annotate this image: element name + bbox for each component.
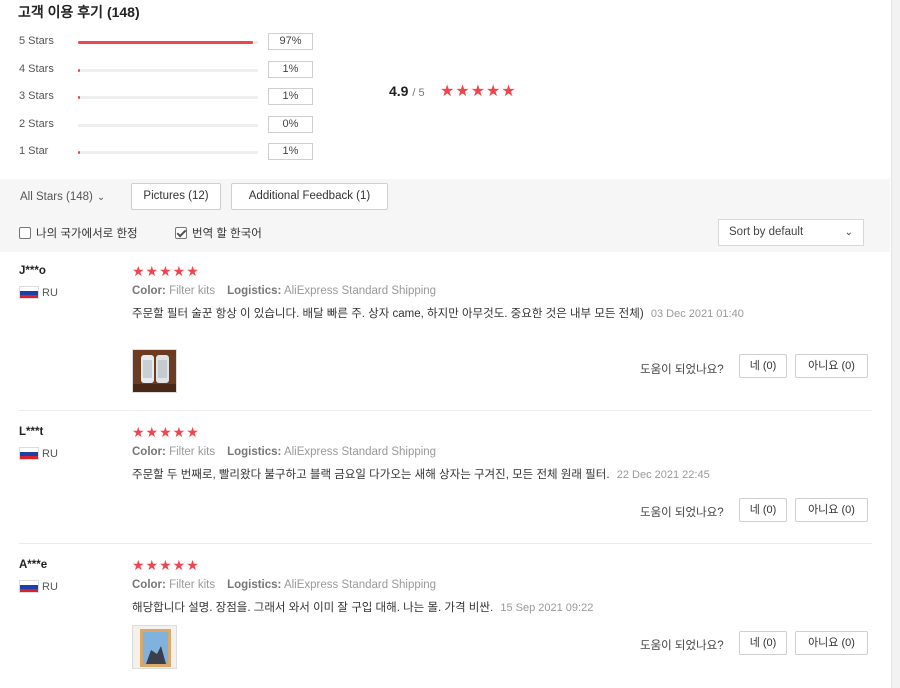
logistics-label: Logistics: [227,285,282,297]
review-date: 22 Dec 2021 22:45 [616,469,710,481]
rating-percent: 1% [268,143,313,160]
rating-bar-track [78,151,258,154]
my-country-checkbox[interactable] [19,227,31,239]
review-body: 주문할 필터 술꾼 항상 이 있습니다. 배달 빠른 주. 상자 came, 하… [132,308,644,320]
helpful-yes-button[interactable]: 네 (0) [739,631,787,655]
translate-label[interactable]: 번역 할 한국어 [192,225,262,241]
average-rating-value: 4.9 [389,83,409,99]
russia-flag-icon [19,580,39,593]
helpful-yes-button[interactable]: 네 (0) [739,354,787,378]
filter-bar: All Stars (148) ⌄ Pictures (12) Additiona… [0,179,890,214]
logistics-label: Logistics: [227,446,282,458]
rating-percent: 1% [268,88,313,105]
review-stars-icon: ★★★★★ [132,263,200,279]
review-text: 해당합니다 설명. 장점을. 그래서 와서 이미 잘 구입 대해. 나는 몰. … [132,600,772,616]
review-body: 해당합니다 설명. 장점을. 그래서 와서 이미 잘 구입 대해. 나는 몰. … [132,602,494,614]
chevron-down-icon: ⌄ [844,227,853,238]
review-stars-icon: ★★★★★ [132,557,200,573]
helpful-yes-button[interactable]: 네 (0) [739,498,787,522]
reviewer-name: J***o [19,265,46,277]
rating-bar-fill [78,41,253,44]
rating-bar-track [78,96,258,99]
color-value: Filter kits [169,446,216,458]
rating-row-2[interactable]: 2 Stars 0% [19,116,319,134]
average-stars-icon: ★★★★★ [440,83,517,100]
review-text: 주문할 필터 술꾼 항상 이 있습니다. 배달 빠른 주. 상자 came, 하… [132,306,772,322]
options-bar: 나의 국가에서로 한정 번역 할 한국어 Sort by default ⌄ [0,214,890,252]
all-stars-label: All Stars (148) [20,191,93,203]
reviewer-country: RU [42,287,58,299]
rating-row-4[interactable]: 4 Stars 1% [19,61,319,79]
color-value: Filter kits [169,285,216,297]
all-stars-dropdown[interactable]: All Stars (148) ⌄ [20,191,105,203]
review-stars-icon: ★★★★★ [132,424,200,440]
rating-bar-track [78,69,258,72]
sort-dropdown[interactable]: Sort by default ⌄ [718,219,864,246]
rating-percent: 97% [268,33,313,50]
rating-label: 4 Stars [19,63,54,75]
reviewer-name: A***e [19,559,48,571]
rating-label: 2 Stars [19,118,54,130]
reviews-title: 고객 이용 후기 (148) [18,4,140,20]
russia-flag-icon [19,447,39,460]
helpful-no-button[interactable]: 아니요 (0) [795,354,868,378]
review-text: 주문할 두 번째로, 빨리왔다 불구하고 블랙 금요일 다가오는 새해 상자는 … [132,467,832,483]
review-date: 15 Sep 2021 09:22 [500,602,594,614]
helpful-no-button[interactable]: 아니요 (0) [795,631,868,655]
review-photo-image [133,626,176,668]
average-rating: 4.9 / 5 [389,83,425,99]
logistics-label: Logistics: [227,579,282,591]
review-meta: Color: Filter kits Logistics: AliExpress … [132,579,436,591]
rating-label: 3 Stars [19,90,54,102]
rating-row-1[interactable]: 1 Star 1% [19,143,319,161]
average-rating-max: / 5 [412,87,425,99]
review-photo-image [133,350,176,392]
color-label: Color: [132,579,166,591]
color-value: Filter kits [169,579,216,591]
review-divider [19,410,872,411]
page-scrollbar[interactable] [891,0,900,688]
rating-label: 1 Star [19,145,49,157]
color-label: Color: [132,446,166,458]
logistics-value: AliExpress Standard Shipping [283,446,437,458]
review-photo-thumbnail[interactable] [132,625,177,669]
review-date: 03 Dec 2021 01:40 [650,308,744,320]
review-body: 주문할 두 번째로, 빨리왔다 불구하고 블랙 금요일 다가오는 새해 상자는 … [132,469,610,481]
sort-label: Sort by default [729,226,804,238]
rating-bar-track [78,124,258,127]
rating-bar-fill [78,151,80,154]
reviews-panel: 고객 이용 후기 (148) 5 Stars 97% 4 Stars 1% 3 … [0,0,890,688]
logistics-value: AliExpress Standard Shipping [283,285,437,297]
rating-percent: 1% [268,61,313,78]
logistics-value: AliExpress Standard Shipping [283,579,437,591]
reviewer-country: RU [42,448,58,460]
reviewer-country: RU [42,581,58,593]
review-meta: Color: Filter kits Logistics: AliExpress … [132,285,436,297]
rating-bar-fill [78,96,80,99]
color-label: Color: [132,285,166,297]
additional-feedback-button[interactable]: Additional Feedback (1) [231,183,388,210]
chevron-down-icon: ⌄ [96,192,106,203]
review-photo-thumbnail[interactable] [132,349,177,393]
rating-percent: 0% [268,116,313,133]
rating-row-5[interactable]: 5 Stars 97% [19,33,319,51]
helpful-question: 도움이 되었나요? [640,640,724,652]
rating-bar-fill [78,69,80,72]
rating-label: 5 Stars [19,35,54,47]
rating-row-3[interactable]: 3 Stars 1% [19,88,319,106]
russia-flag-icon [19,286,39,299]
my-country-label[interactable]: 나의 국가에서로 한정 [36,225,138,241]
review-divider [19,543,872,544]
reviewer-name: L***t [19,426,44,438]
helpful-question: 도움이 되었나요? [640,364,724,376]
helpful-no-button[interactable]: 아니요 (0) [795,498,868,522]
translate-checkbox[interactable] [175,227,187,239]
rating-bar-track [78,41,258,44]
review-meta: Color: Filter kits Logistics: AliExpress … [132,446,436,458]
helpful-question: 도움이 되었나요? [640,507,724,519]
pictures-filter-button[interactable]: Pictures (12) [131,183,221,210]
